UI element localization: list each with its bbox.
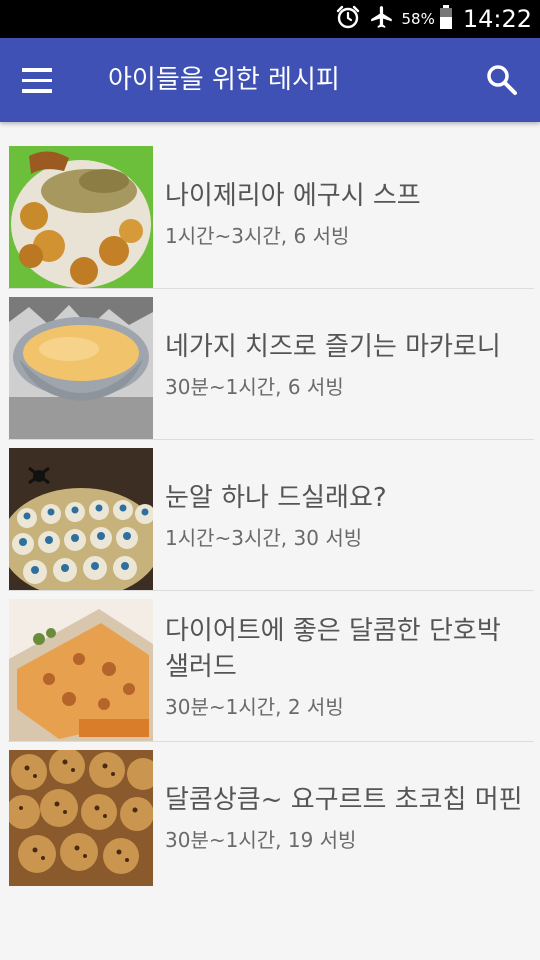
battery-icon (439, 4, 453, 34)
recipe-text: 네가지 치즈로 즐기는 마카로니 30분~1시간, 6 서빙 (165, 289, 528, 440)
app-bar: 아이들을 위한 레시피 (0, 38, 540, 122)
recipe-list-item[interactable]: 나이제리아 에구시 스프 1시간~3시간, 6 서빙 (0, 138, 540, 289)
recipe-meta: 30분~1시간, 19 서빙 (165, 828, 357, 852)
alarm-icon (335, 4, 361, 34)
status-bar: 58% 14:22 (0, 0, 540, 38)
recipe-meta: 1시간~3시간, 6 서빙 (165, 224, 350, 248)
recipe-thumbnail (9, 750, 153, 886)
recipe-meta: 30분~1시간, 6 서빙 (165, 375, 344, 399)
recipe-thumbnail (9, 448, 153, 591)
page-title: 아이들을 위한 레시피 (108, 65, 340, 95)
recipe-title: 달콤상큼~ 요구르트 초코칩 머핀 (165, 785, 523, 815)
recipe-title: 네가지 치즈로 즐기는 마카로니 (165, 332, 501, 362)
recipe-list-item[interactable]: 다이어트에 좋은 달콤한 단호박 샐러드 30분~1시간, 2 서빙 (0, 591, 540, 742)
search-icon[interactable] (484, 62, 520, 98)
recipe-thumbnail (9, 146, 153, 289)
recipe-text: 눈알 하나 드실래요? 1시간~3시간, 30 서빙 (165, 440, 528, 591)
recipe-meta: 1시간~3시간, 30 서빙 (165, 526, 363, 550)
recipe-title: 나이제리아 에구시 스프 (165, 181, 421, 211)
hamburger-menu-icon[interactable] (22, 62, 62, 98)
battery-percent: 58% (401, 10, 435, 28)
status-icons: 58% 14:22 (327, 0, 532, 38)
recipe-title: 눈알 하나 드실래요? (165, 483, 387, 513)
recipe-thumbnail (9, 297, 153, 440)
recipe-text: 나이제리아 에구시 스프 1시간~3시간, 6 서빙 (165, 138, 528, 289)
recipe-list-item[interactable]: 네가지 치즈로 즐기는 마카로니 30분~1시간, 6 서빙 (0, 289, 540, 440)
airplane-mode-icon (369, 4, 395, 34)
recipe-text: 다이어트에 좋은 달콤한 단호박 샐러드 30분~1시간, 2 서빙 (165, 591, 528, 742)
recipe-list: 나이제리아 에구시 스프 1시간~3시간, 6 서빙 네가지 치즈로 즐기는 마… (0, 138, 540, 893)
recipe-list-item[interactable]: 달콤상큼~ 요구르트 초코칩 머핀 30분~1시간, 19 서빙 (0, 742, 540, 893)
recipe-meta: 30분~1시간, 2 서빙 (165, 695, 344, 719)
recipe-title: 다이어트에 좋은 달콤한 단호박 샐러드 (165, 616, 501, 682)
status-clock: 14:22 (462, 5, 532, 33)
recipe-list-item[interactable]: 눈알 하나 드실래요? 1시간~3시간, 30 서빙 (0, 440, 540, 591)
recipe-thumbnail (9, 599, 153, 742)
recipe-text: 달콤상큼~ 요구르트 초코칩 머핀 30분~1시간, 19 서빙 (165, 742, 528, 893)
